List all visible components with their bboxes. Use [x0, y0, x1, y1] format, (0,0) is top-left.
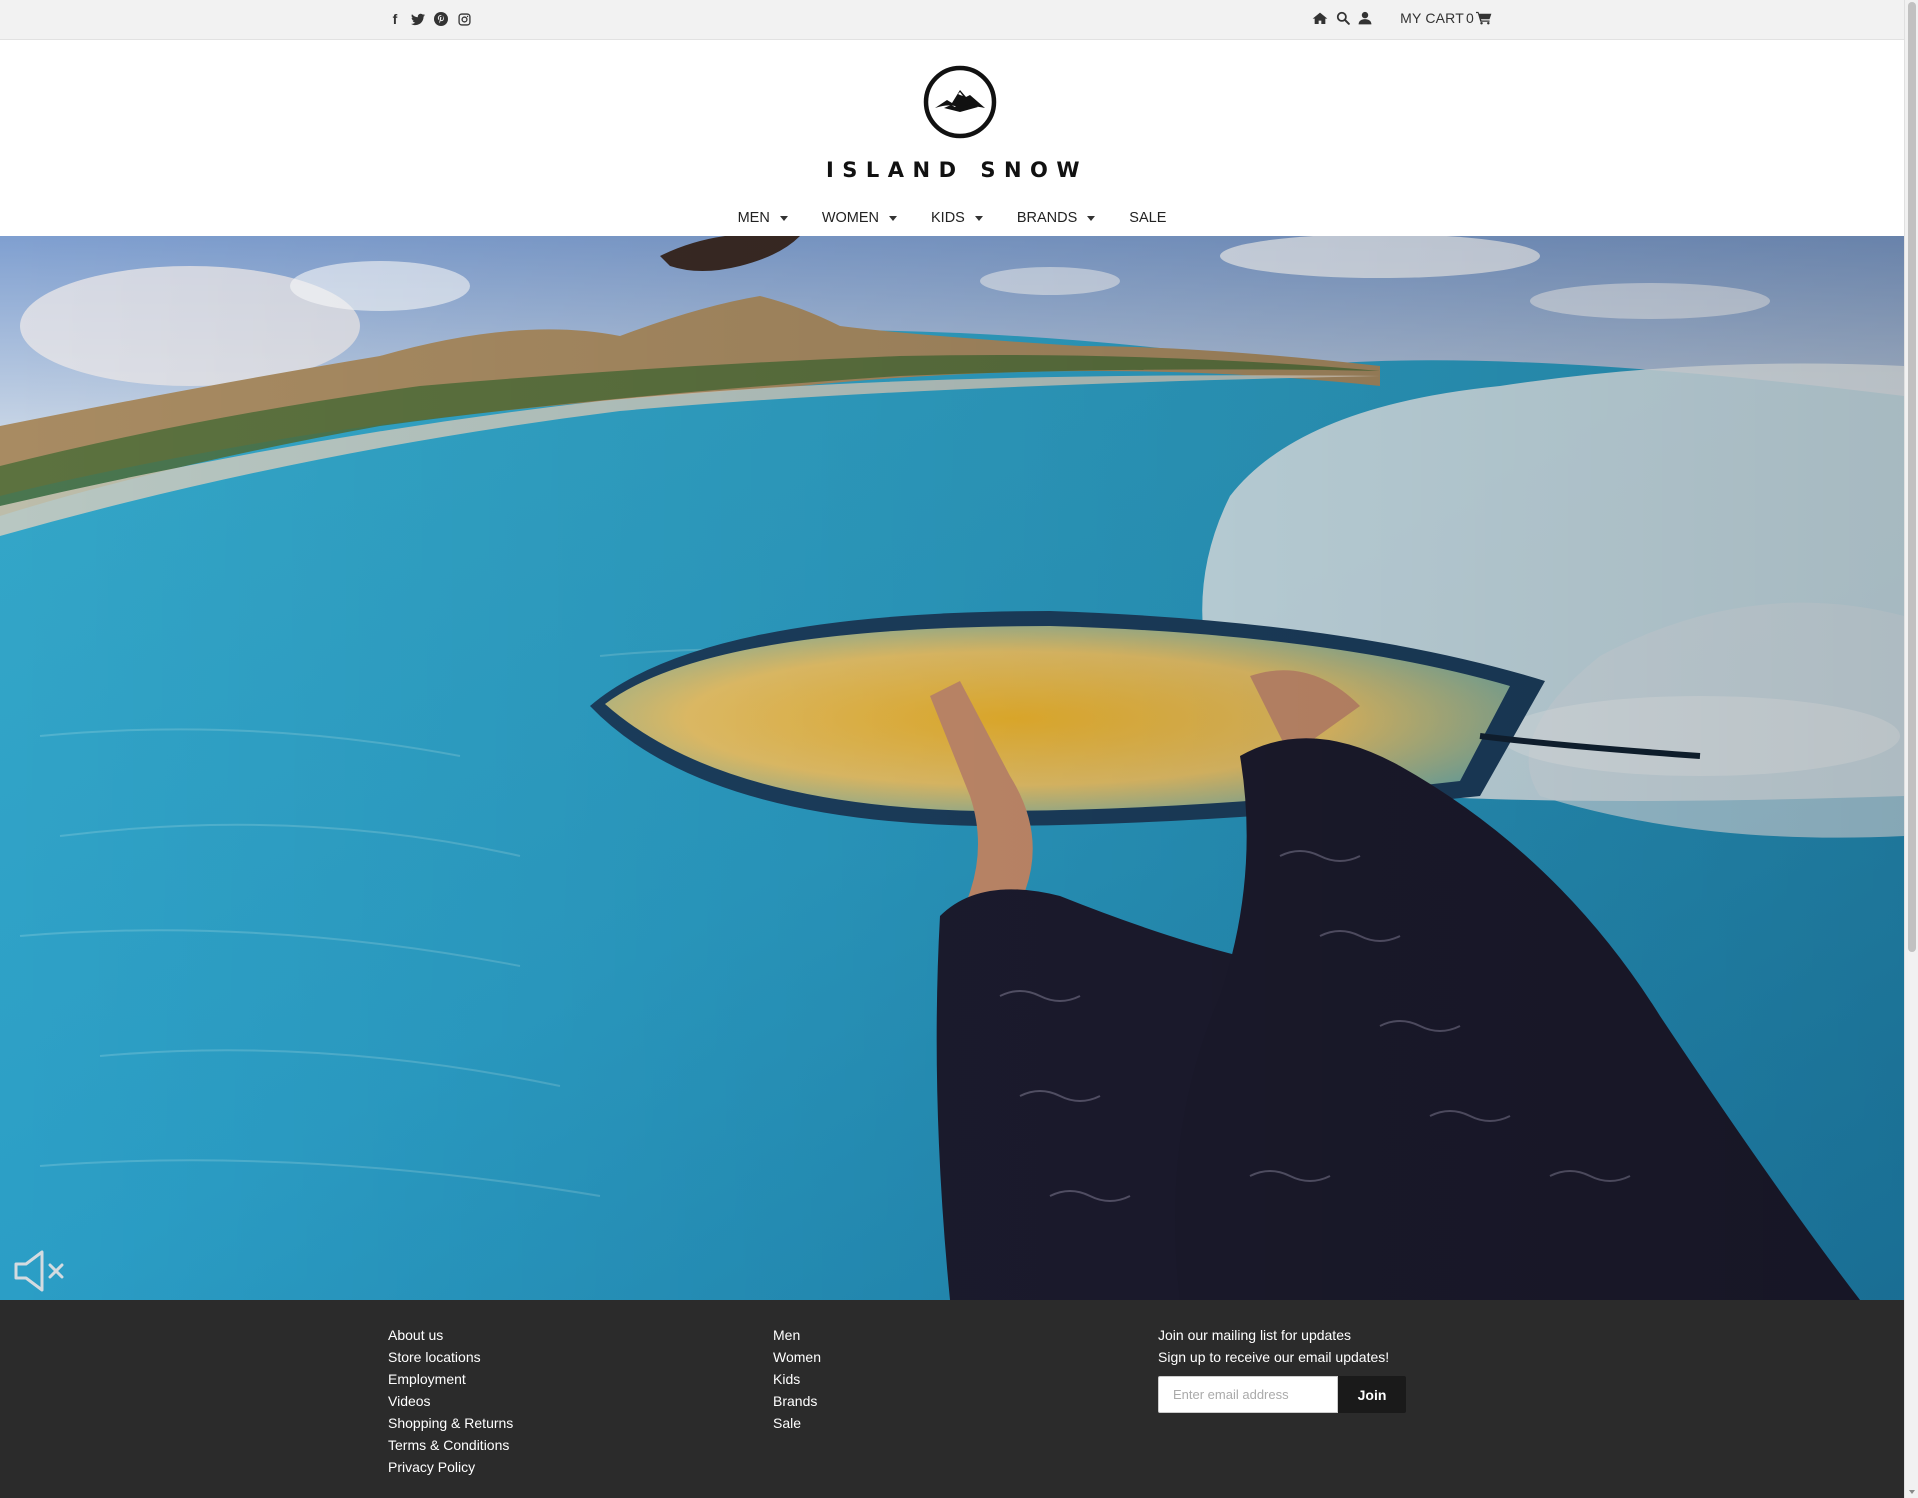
cart-link[interactable]: MY CART 0	[1400, 10, 1492, 26]
brand-logo-mark[interactable]	[922, 64, 998, 140]
pinterest-icon[interactable]	[434, 11, 448, 27]
join-button[interactable]: Join	[1338, 1376, 1406, 1413]
site-footer: About us Store locations Employment Vide…	[0, 1300, 1904, 1498]
nav-item-men[interactable]: MEN	[721, 210, 805, 226]
nav-item-label: SALE	[1129, 210, 1167, 226]
caret-down-icon	[779, 215, 788, 221]
nav-item-label: WOMEN	[821, 210, 880, 226]
main-nav: MEN WOMEN KIDS BRANDS SALE	[0, 210, 1904, 226]
brand-wordmark: ISLAND SNOW	[825, 158, 1089, 182]
newsletter-subtitle: Sign up to receive our email updates!	[1158, 1349, 1390, 1365]
cart-icon	[1476, 11, 1492, 25]
nav-item-brands[interactable]: BRANDS	[1000, 210, 1112, 226]
hero-video[interactable]	[0, 236, 1904, 1300]
nav-item-label: BRANDS	[1016, 210, 1078, 226]
caret-down-icon	[889, 215, 898, 221]
cart-count: 0	[1466, 10, 1474, 26]
nav-item-label: MEN	[737, 210, 770, 226]
caret-down-icon	[974, 215, 983, 221]
scrollbar-thumb[interactable]	[1908, 2, 1916, 952]
footer-link-sale[interactable]: Sale	[773, 1412, 821, 1434]
nav-item-kids[interactable]: KIDS	[914, 210, 1000, 226]
facebook-icon[interactable]: f	[388, 11, 402, 27]
newsletter-form: Join	[1158, 1376, 1406, 1413]
social-links: f	[388, 11, 471, 27]
footer-link-employment[interactable]: Employment	[388, 1368, 513, 1390]
nav-item-women[interactable]: WOMEN	[805, 210, 914, 226]
twitter-icon[interactable]	[411, 11, 425, 27]
footer-link-store-locations[interactable]: Store locations	[388, 1346, 513, 1368]
home-icon[interactable]	[1312, 11, 1328, 25]
footer-link-about-us[interactable]: About us	[388, 1324, 513, 1346]
footer-link-videos[interactable]: Videos	[388, 1390, 513, 1412]
cart-label: MY CART	[1400, 10, 1464, 26]
caret-down-icon	[1087, 215, 1096, 221]
scroll-down-icon[interactable]	[1909, 1490, 1915, 1494]
mute-icon[interactable]	[12, 1248, 72, 1294]
instagram-icon[interactable]	[457, 11, 471, 27]
footer-info-links: About us Store locations Employment Vide…	[388, 1324, 513, 1478]
nav-item-label: KIDS	[931, 210, 965, 226]
footer-link-men[interactable]: Men	[773, 1324, 821, 1346]
hero-video-frame	[0, 236, 1904, 1300]
email-input[interactable]	[1158, 1376, 1338, 1413]
account-icon[interactable]	[1358, 11, 1372, 25]
footer-link-kids[interactable]: Kids	[773, 1368, 821, 1390]
newsletter-title: Join our mailing list for updates	[1158, 1327, 1351, 1343]
footer-shop-links: Men Women Kids Brands Sale	[773, 1324, 821, 1434]
footer-link-women[interactable]: Women	[773, 1346, 821, 1368]
footer-link-privacy[interactable]: Privacy Policy	[388, 1456, 513, 1478]
top-utility-bar: f MY CART 0	[0, 0, 1904, 40]
utility-links: MY CART 0	[1312, 10, 1492, 26]
newsletter-signup: Join our mailing list for updates Sign u…	[1158, 1324, 1406, 1413]
footer-link-shopping-returns[interactable]: Shopping & Returns	[388, 1412, 513, 1434]
site-header: ISLAND SNOW MEN WOMEN KIDS BRANDS SALE	[0, 40, 1904, 236]
page-scrollbar[interactable]	[1904, 0, 1918, 1498]
search-icon[interactable]	[1336, 11, 1350, 25]
footer-link-terms[interactable]: Terms & Conditions	[388, 1434, 513, 1456]
footer-link-brands[interactable]: Brands	[773, 1390, 821, 1412]
nav-item-sale[interactable]: SALE	[1112, 210, 1183, 226]
